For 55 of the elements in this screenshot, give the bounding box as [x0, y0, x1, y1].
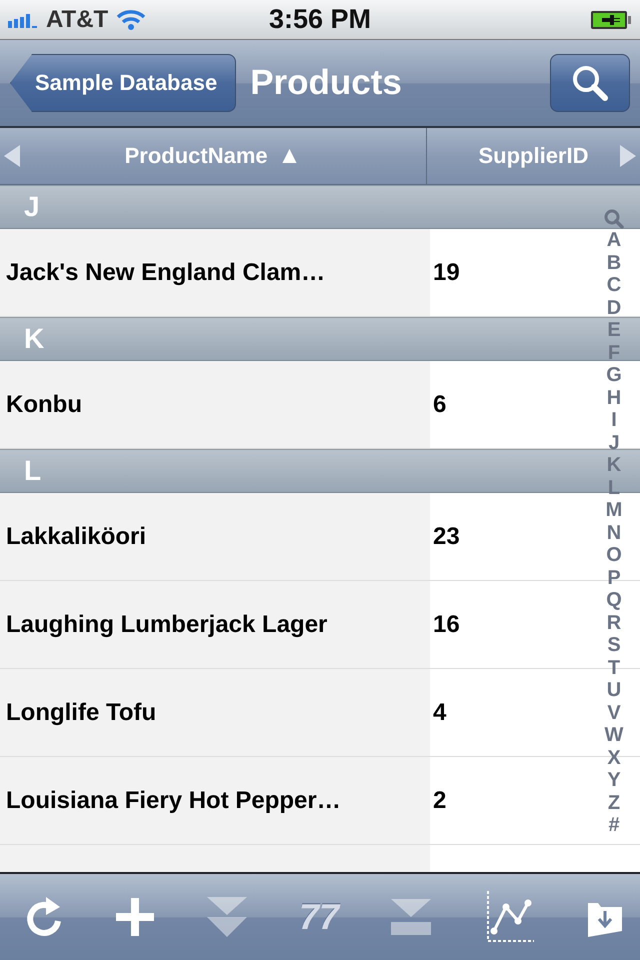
index-letter[interactable]: B	[606, 252, 622, 274]
search-icon[interactable]	[604, 209, 624, 229]
table-cell-text: 19	[432, 258, 460, 288]
battery-icon	[590, 10, 632, 30]
index-letter[interactable]: C	[606, 274, 622, 296]
index-letter[interactable]: T	[608, 656, 620, 679]
back-button[interactable]: Sample Database	[10, 54, 236, 112]
column-header[interactable]: ProductName ▲	[0, 128, 427, 184]
index-letter[interactable]: G	[606, 364, 622, 386]
index-letter[interactable]: K	[606, 454, 622, 476]
table-cell-text: 16	[432, 610, 460, 640]
index-letter[interactable]: S	[607, 634, 621, 656]
table-cell-text: 2	[432, 786, 446, 816]
table-cell-text: 6	[432, 390, 446, 420]
index-letter[interactable]: O	[606, 544, 622, 566]
index-letter[interactable]: #	[608, 814, 620, 836]
search-icon	[570, 63, 610, 103]
column-header[interactable]: SupplierID	[427, 128, 640, 184]
section-header: J	[0, 185, 640, 229]
index-letter[interactable]: Z	[608, 792, 620, 814]
table-cell: Laughing Lumberjack Lager	[0, 581, 430, 668]
scroll-right-icon[interactable]	[620, 145, 636, 167]
wifi-icon	[116, 8, 146, 30]
index-letter[interactable]: A	[606, 229, 622, 252]
add-icon[interactable]	[116, 898, 154, 936]
table-cell-text: 4	[432, 698, 446, 728]
index-letter[interactable]: Q	[606, 589, 622, 612]
index-letter[interactable]: P	[607, 566, 621, 589]
scroll-left-icon[interactable]	[4, 145, 20, 167]
record-count: 77	[298, 896, 339, 938]
index-letter[interactable]: E	[607, 319, 621, 342]
index-letter[interactable]: M	[606, 499, 622, 522]
index-letter[interactable]: D	[606, 296, 622, 319]
index-letter[interactable]: W	[604, 724, 624, 746]
index-letter[interactable]: N	[606, 522, 622, 544]
nav-title: Products	[250, 63, 403, 103]
table-cell: Jack's New England Clam…	[0, 229, 430, 316]
index-letter[interactable]: J	[608, 432, 620, 454]
table-cell: Longlife Tofu	[0, 669, 430, 756]
index-letter[interactable]: R	[606, 612, 622, 634]
status-time: 3:56 PM	[268, 4, 372, 35]
table-cell-text: 23	[432, 522, 460, 552]
signal-icon	[8, 12, 38, 28]
carrier-name: AT&T	[46, 6, 108, 34]
index-letter[interactable]: Y	[607, 769, 621, 792]
index-letter[interactable]: I	[611, 409, 617, 432]
table-cell: Lakkaliköori	[0, 493, 430, 580]
index-letter[interactable]: X	[607, 746, 621, 769]
refresh-icon[interactable]	[24, 895, 64, 939]
table-cell: Konbu	[0, 361, 430, 448]
index-letter[interactable]: V	[607, 702, 621, 724]
index-letter[interactable]: H	[606, 386, 622, 409]
table-cell: Louisiana Fiery Hot Pepper…	[0, 757, 430, 844]
index-letter[interactable]: U	[606, 679, 622, 702]
search-button[interactable]	[550, 54, 630, 112]
